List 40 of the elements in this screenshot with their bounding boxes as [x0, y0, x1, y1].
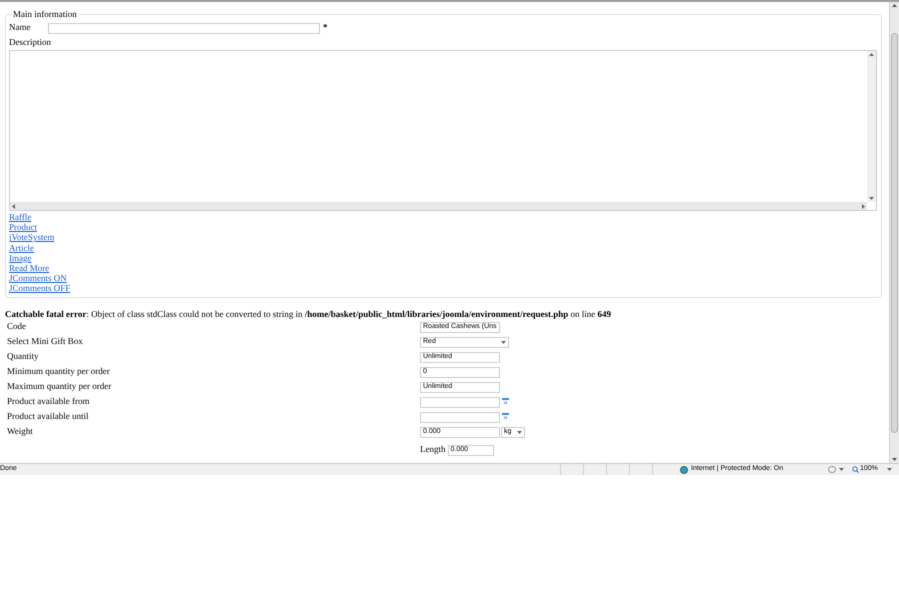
fieldset-legend: Main information [11, 9, 79, 20]
field-label: Product available until [7, 410, 90, 424]
required-mark: * [323, 21, 328, 34]
field-label: Weight [7, 425, 34, 438]
editor-link[interactable]: Read More [9, 263, 50, 274]
scroll-left-icon[interactable] [12, 204, 15, 208]
caret-icon[interactable] [517, 430, 522, 434]
field-label: Maximum quantity per order [7, 380, 112, 394]
error-message: Catchable fatal error: Object of class stdClass could not be converted to string in /home/basket/public_html/libraries/joomla/environment/request.php on line 649 [5, 308, 612, 320]
editor-link[interactable]: Article [9, 242, 34, 253]
field-label: Product available from [7, 395, 90, 408]
field-label: Select Mini Gift Box [7, 335, 84, 348]
editor-link[interactable]: Image [9, 252, 32, 264]
field-label: Quantity [7, 350, 40, 364]
editor-link[interactable]: Raffle [9, 212, 32, 222]
dimension-label: Length [420, 443, 446, 456]
caret-icon[interactable] [501, 340, 506, 344]
caret-icon[interactable] [886, 468, 892, 471]
editor-link[interactable]: JComments OFF [9, 283, 70, 294]
editor-link[interactable]: JComments ON [9, 273, 67, 284]
scroll-right-icon[interactable] [862, 204, 865, 208]
vertical-scrollbar[interactable] [867, 51, 876, 202]
field-label: Code [7, 320, 27, 334]
editor-link[interactable]: Product [9, 222, 37, 232]
scroll-down-icon[interactable] [892, 458, 897, 461]
page-scrollbar[interactable] [889, 2, 899, 463]
scroll-up-icon[interactable] [869, 53, 874, 56]
text-input[interactable] [420, 412, 500, 423]
name-label: Name [9, 21, 32, 34]
text-input[interactable] [420, 396, 500, 408]
scroll-down-icon[interactable] [869, 197, 874, 200]
caret-icon[interactable] [839, 468, 844, 471]
zoom-icon[interactable] [852, 466, 859, 473]
horizontal-scrollbar[interactable] [10, 202, 867, 210]
field-label: Minimum quantity per order [7, 365, 111, 378]
name-input[interactable] [48, 22, 320, 34]
editor-link[interactable]: jVoteSystem [9, 232, 54, 243]
description-label: Description [9, 36, 52, 48]
scroll-up-icon[interactable] [892, 4, 897, 7]
globe-icon [680, 466, 688, 474]
